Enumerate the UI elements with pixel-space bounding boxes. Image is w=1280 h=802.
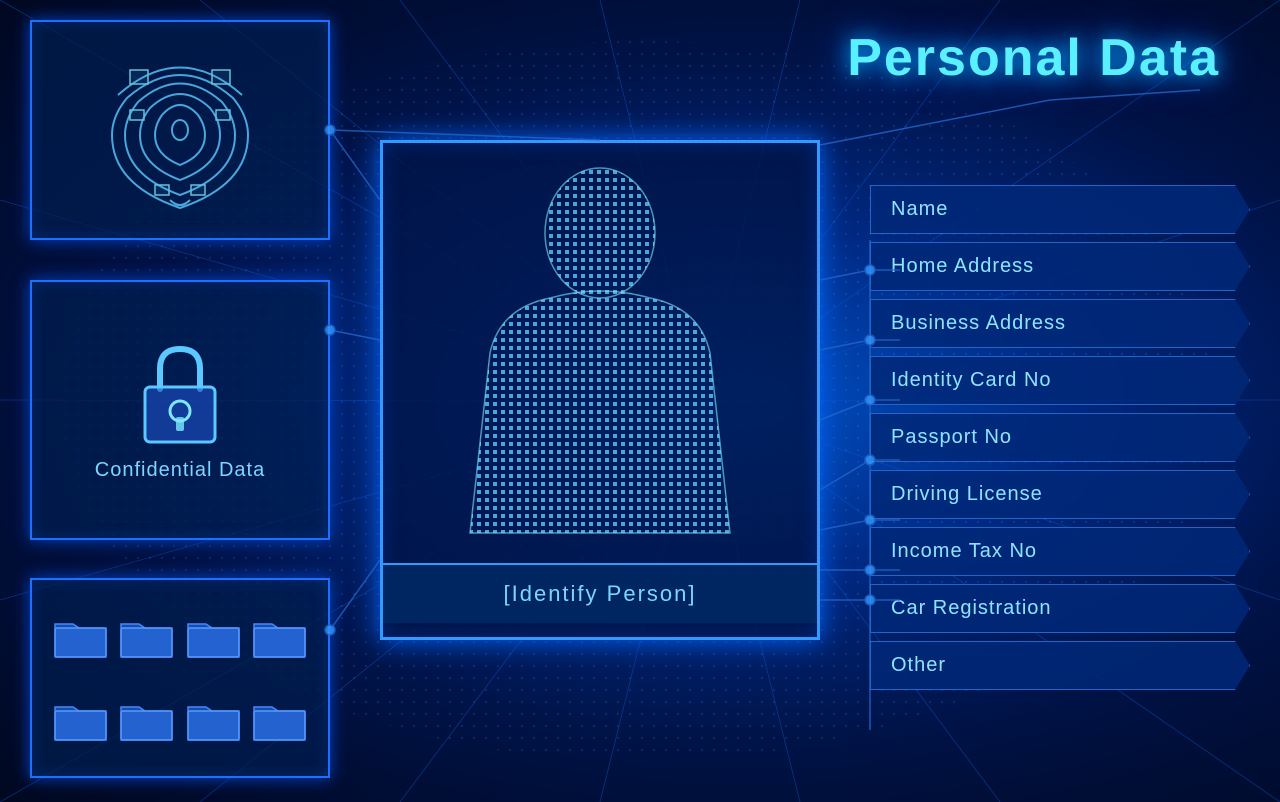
label-item-name: Name [870,185,1250,234]
folder-icon-6 [119,697,174,742]
fingerprint-icon [100,40,260,220]
label-item-passport: Passport No [870,413,1250,462]
label-item-identity-card: Identity Card No [870,356,1250,405]
folder-icon-7 [186,697,241,742]
page-title: Personal Data [847,28,1220,88]
identify-bar: [Identify Person] [383,563,817,623]
folder-icon-4 [252,614,307,659]
fingerprint-panel [30,20,330,240]
confidential-label: Confidential Data [95,459,265,482]
person-area [383,143,817,563]
labels-container: Name Home Address Business Address Identity… [870,185,1250,690]
lock-panel: Confidential Data [30,280,330,540]
label-item-home-address: Home Address [870,242,1250,291]
label-item-car-registration: Car Registration [870,584,1250,633]
label-item-income-tax: Income Tax No [870,527,1250,576]
person-icon [420,153,780,553]
folders-panel [30,578,330,778]
label-item-driving-license: Driving License [870,470,1250,519]
main-content: Personal Data [0,0,1280,802]
label-item-business-address: Business Address [870,299,1250,348]
folder-icon-1 [53,614,108,659]
identify-label: [Identify Person] [504,581,697,607]
folder-icon-3 [186,614,241,659]
folder-icon-2 [119,614,174,659]
label-item-other: Other [870,641,1250,690]
folder-icon-8 [252,697,307,742]
center-panel: [Identify Person] [380,140,820,640]
lock-icon [130,339,230,449]
folder-icon-5 [53,697,108,742]
